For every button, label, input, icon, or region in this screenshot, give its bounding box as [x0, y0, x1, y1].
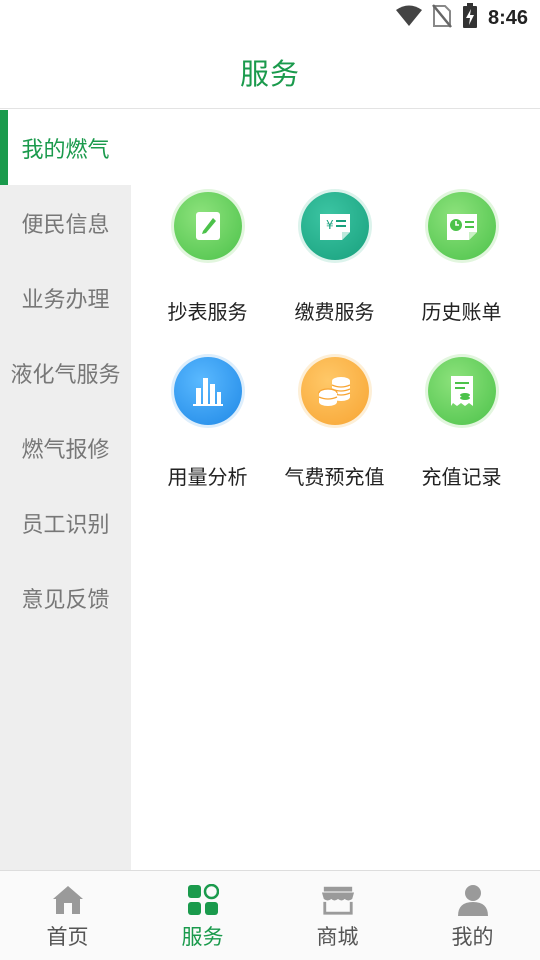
sidebar-item-lpg-service[interactable]: 液化气服务 — [0, 335, 131, 410]
service-grid: 抄表服务 ¥ 缴费服务 历史账单 用量分析 气费预充值 充值记录 — [144, 185, 526, 515]
no-sim-icon — [432, 4, 452, 32]
service-label: 抄表服务 — [167, 300, 248, 324]
coins-icon — [300, 357, 369, 425]
sidebar-item-label: 便民信息 — [21, 212, 110, 238]
services-grid-icon — [186, 883, 220, 917]
tab-label: 首页 — [46, 925, 89, 949]
wifi-icon — [395, 5, 422, 31]
sidebar-item-label: 员工识别 — [21, 512, 110, 538]
sidebar-item-staff-id[interactable]: 员工识别 — [0, 485, 131, 560]
service-recharge-record[interactable]: 充值记录 — [398, 350, 525, 515]
tab-label: 商城 — [316, 925, 359, 949]
sidebar-item-label: 意见反馈 — [21, 587, 110, 613]
page-title: 服务 — [239, 57, 300, 91]
tab-mine[interactable]: 我的 — [405, 871, 540, 960]
status-bar: 8:46 — [0, 0, 540, 36]
home-icon — [51, 883, 85, 917]
sidebar-item-business[interactable]: 业务办理 — [0, 260, 131, 335]
bottom-tab-bar: 首页 服务 商城 我的 — [0, 870, 540, 960]
header: 服务 — [0, 36, 540, 109]
recharge-record-icon — [427, 357, 496, 425]
service-meter-reading[interactable]: 抄表服务 — [144, 185, 271, 350]
service-label: 充值记录 — [421, 465, 502, 489]
svg-text:¥: ¥ — [326, 218, 334, 232]
tab-store[interactable]: 商城 — [270, 871, 405, 960]
store-icon — [321, 883, 355, 917]
payment-yen-icon: ¥ — [300, 192, 369, 260]
sidebar-item-repair[interactable]: 燃气报修 — [0, 410, 131, 485]
battery-charging-icon — [462, 3, 478, 33]
service-label: 气费预充值 — [284, 465, 385, 489]
service-row: 抄表服务 ¥ 缴费服务 历史账单 — [144, 185, 526, 350]
tab-home[interactable]: 首页 — [0, 871, 135, 960]
service-prepay[interactable]: 气费预充值 — [271, 350, 398, 515]
status-icons: 8:46 — [395, 3, 528, 33]
service-usage-analysis[interactable]: 用量分析 — [144, 350, 271, 515]
user-icon — [456, 883, 490, 917]
service-label: 用量分析 — [167, 465, 248, 489]
tab-services[interactable]: 服务 — [135, 871, 270, 960]
sidebar-item-label: 液化气服务 — [10, 362, 121, 388]
edit-note-icon — [173, 192, 242, 260]
status-time: 8:46 — [487, 6, 528, 29]
service-payment[interactable]: ¥ 缴费服务 — [271, 185, 398, 350]
sidebar-item-label: 燃气报修 — [21, 437, 110, 463]
sidebar: 我的燃气 便民信息 业务办理 液化气服务 燃气报修 员工识别 意见反馈 — [0, 110, 131, 870]
history-bill-icon — [427, 192, 496, 260]
sidebar-item-my-gas[interactable]: 我的燃气 — [0, 110, 131, 185]
tab-label: 我的 — [451, 925, 494, 949]
service-label: 历史账单 — [421, 300, 502, 324]
tab-label: 服务 — [181, 925, 224, 949]
service-row: 用量分析 气费预充值 充值记录 — [144, 350, 526, 515]
sidebar-item-info[interactable]: 便民信息 — [0, 185, 131, 260]
service-history-bill[interactable]: 历史账单 — [398, 185, 525, 350]
service-label: 缴费服务 — [294, 300, 375, 324]
sidebar-item-label: 我的燃气 — [21, 137, 110, 163]
sidebar-item-feedback[interactable]: 意见反馈 — [0, 560, 131, 635]
bar-chart-icon — [173, 357, 242, 425]
sidebar-item-label: 业务办理 — [21, 287, 110, 313]
